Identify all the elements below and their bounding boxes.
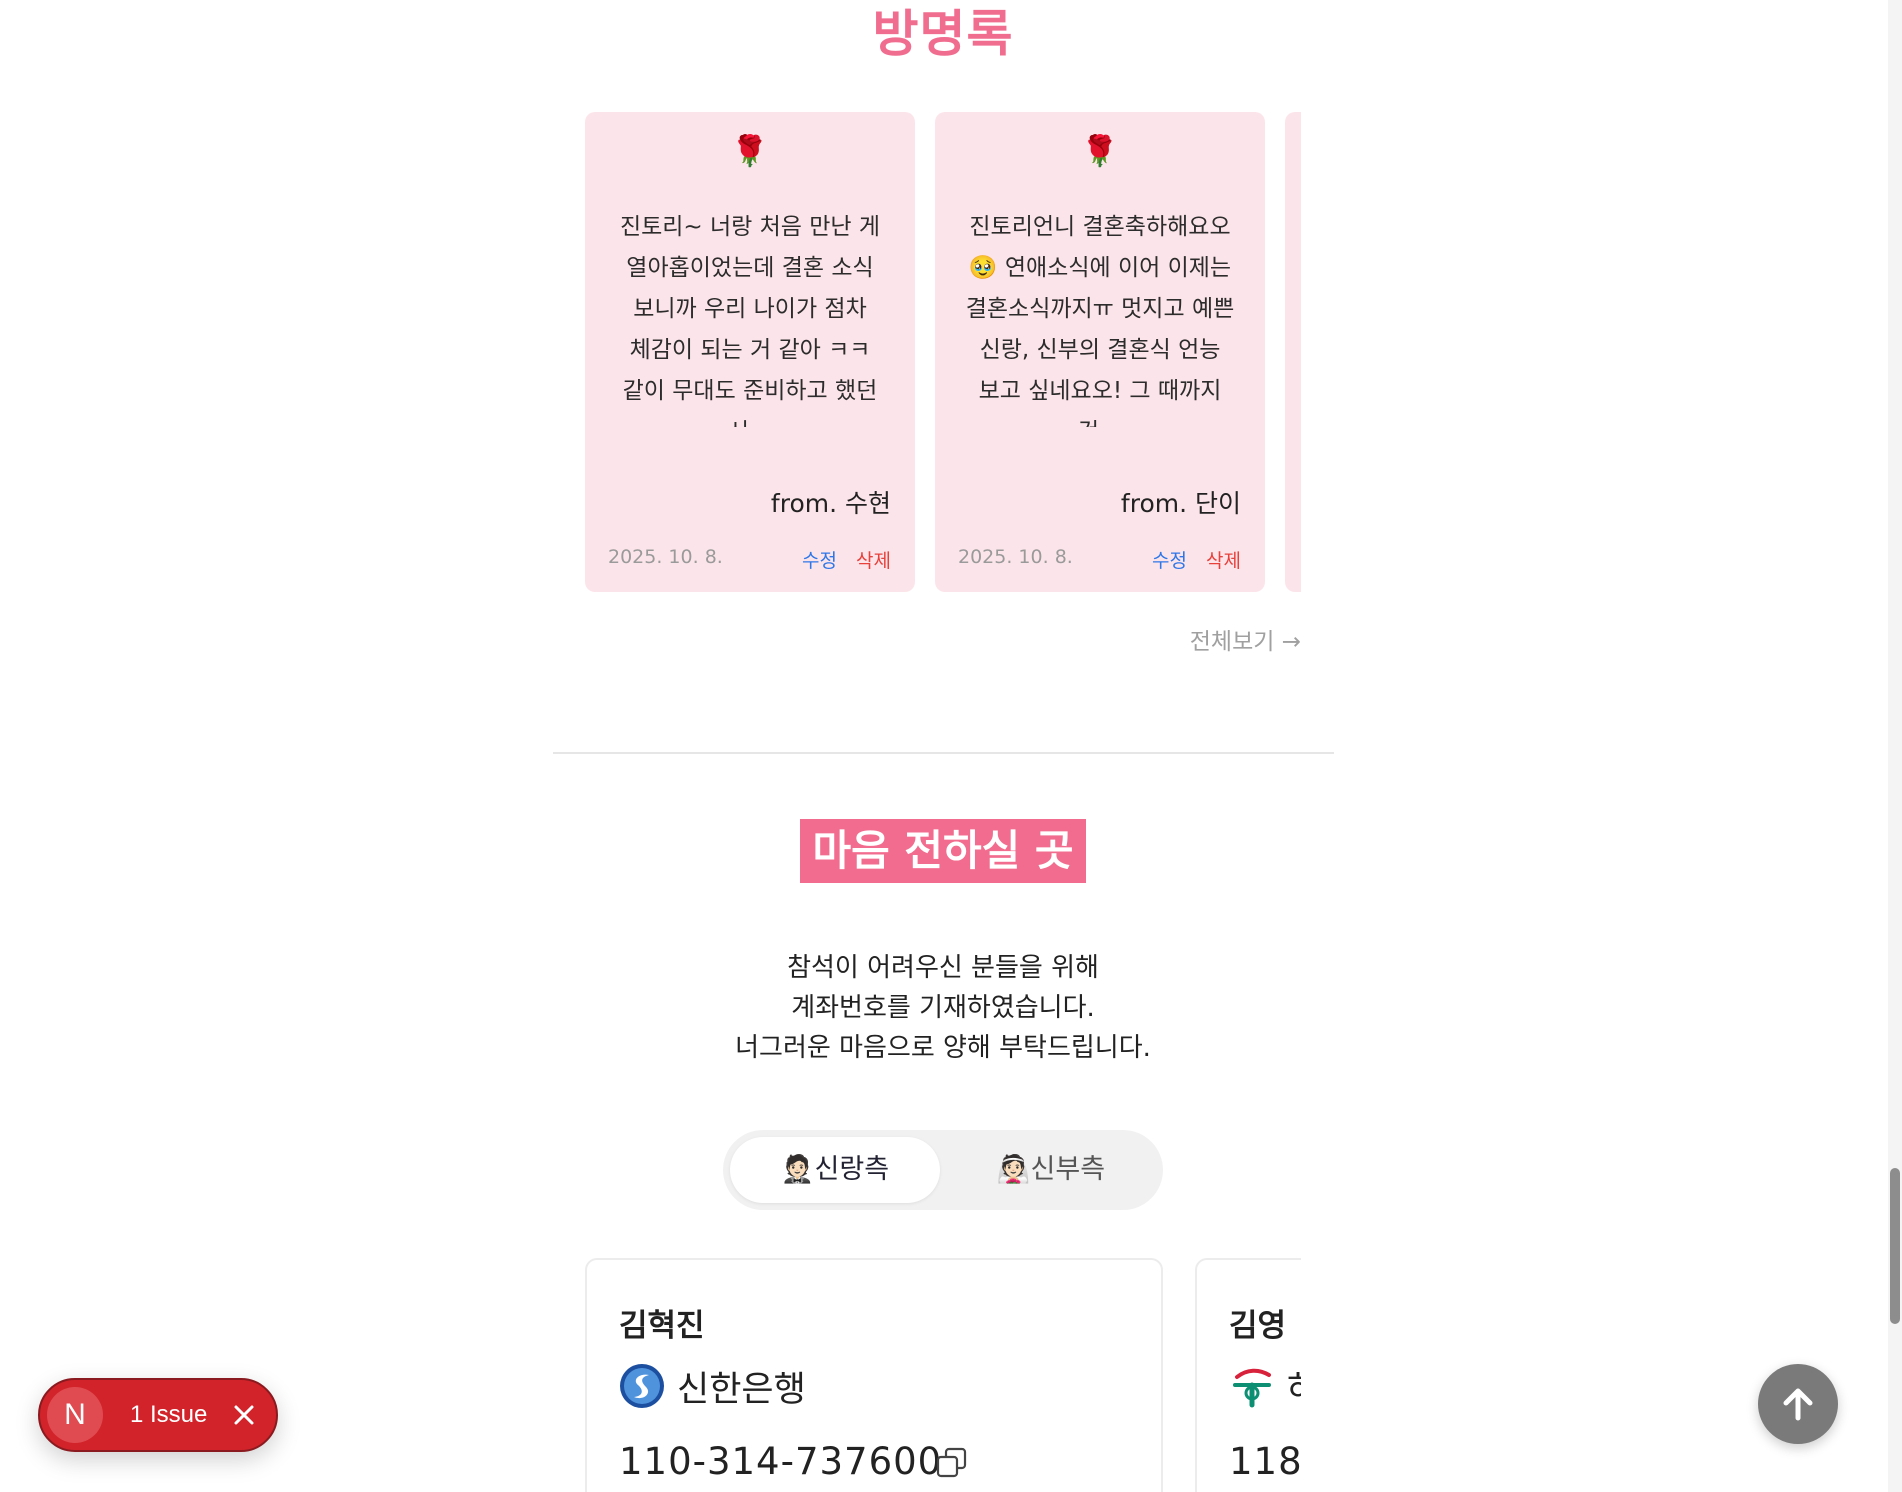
guestbook-date: 2025. 10. 8. bbox=[608, 546, 723, 568]
bank-name: 하 bbox=[1287, 1361, 1301, 1412]
rose-icon: 🌹 bbox=[1081, 134, 1119, 169]
issue-count: 1 Issue bbox=[130, 1401, 208, 1428]
rose-icon: 🌹 bbox=[731, 134, 769, 169]
guestbook-card: 🌹 진토리언니 결혼축하해요오 🥹 연애소식에 이어 이제는 결혼소식까지ㅠ 멋… bbox=[935, 112, 1265, 592]
edit-button[interactable]: 수정 bbox=[802, 546, 837, 573]
account-card: 김혁진 신한은행 110-314-737600 bbox=[585, 1258, 1163, 1492]
close-icon[interactable] bbox=[230, 1401, 258, 1429]
page-scrollbar-thumb[interactable] bbox=[1890, 1168, 1900, 1324]
guestbook-message: 진토리~ 너랑 처음 만난 게 열아홉이었는데 결혼 소식 보니까 우리 나이가… bbox=[619, 214, 881, 427]
guestbook-date: 2025. 10. 8. bbox=[958, 546, 1073, 568]
account-holder-name: 김영 bbox=[1229, 1308, 1287, 1344]
gift-description-line: 너그러운 마음으로 양해 부탁드립니다. bbox=[735, 1033, 1151, 1063]
guestbook-author: from. 단이 bbox=[1120, 489, 1241, 518]
account-number: 110-314-737600 bbox=[619, 1440, 943, 1483]
account-holder-name: 김혁진 bbox=[619, 1308, 705, 1344]
tab-bride-side[interactable]: 👰🏻신부측 bbox=[946, 1137, 1156, 1203]
gift-description-line: 참석이 어려우신 분들을 위해 bbox=[787, 953, 1099, 983]
guestbook-title: 방명록 bbox=[872, 5, 1014, 63]
gift-description: 참석이 어려우신 분들을 위해 계좌번호를 기재하였습니다. 너그러운 마음으로… bbox=[0, 948, 1886, 1068]
account-carousel[interactable]: 김혁진 신한은행 110-314-737600 김영 하 118- bbox=[585, 1258, 1301, 1492]
gift-section-title: 마음 전하실 곳 bbox=[800, 819, 1086, 883]
copy-icon[interactable] bbox=[935, 1446, 969, 1480]
delete-button[interactable]: 삭제 bbox=[1206, 546, 1241, 573]
account-card: 김영 하 118- bbox=[1195, 1258, 1301, 1492]
guestbook-card-partial bbox=[1285, 112, 1301, 592]
scroll-to-top-button[interactable] bbox=[1758, 1364, 1838, 1444]
hana-bank-icon bbox=[1233, 1368, 1271, 1408]
tab-groom-side[interactable]: 🤵🏻신랑측 bbox=[730, 1137, 940, 1203]
guestbook-card: 🌹 진토리~ 너랑 처음 만난 게 열아홉이었는데 결혼 소식 보니까 우리 나… bbox=[585, 112, 915, 592]
shinhan-bank-icon bbox=[620, 1364, 664, 1408]
guestbook-author: from. 수현 bbox=[770, 489, 891, 518]
issue-badge[interactable]: N 1 Issue bbox=[38, 1378, 278, 1452]
account-number: 118- bbox=[1229, 1440, 1301, 1483]
section-divider bbox=[553, 752, 1334, 754]
guestbook-carousel[interactable]: 🌹 진토리~ 너랑 처음 만난 게 열아홉이었는데 결혼 소식 보니까 우리 나… bbox=[585, 112, 1301, 592]
edit-button[interactable]: 수정 bbox=[1152, 546, 1187, 573]
arrow-up-icon bbox=[1783, 1388, 1813, 1421]
side-toggle: 🤵🏻신랑측 👰🏻신부측 bbox=[723, 1130, 1163, 1210]
bank-name: 신한은행 bbox=[677, 1369, 806, 1410]
gift-description-line: 계좌번호를 기재하였습니다. bbox=[791, 993, 1095, 1023]
issue-badge-logo: N bbox=[47, 1387, 103, 1443]
guestbook-message: 진토리언니 결혼축하해요오 🥹 연애소식에 이어 이제는 결혼소식까지ㅠ 멋지고… bbox=[965, 214, 1235, 427]
delete-button[interactable]: 삭제 bbox=[856, 546, 891, 573]
view-all-link[interactable]: 전체보기 → bbox=[1190, 622, 1301, 656]
page-scrollbar[interactable] bbox=[1888, 0, 1902, 1492]
